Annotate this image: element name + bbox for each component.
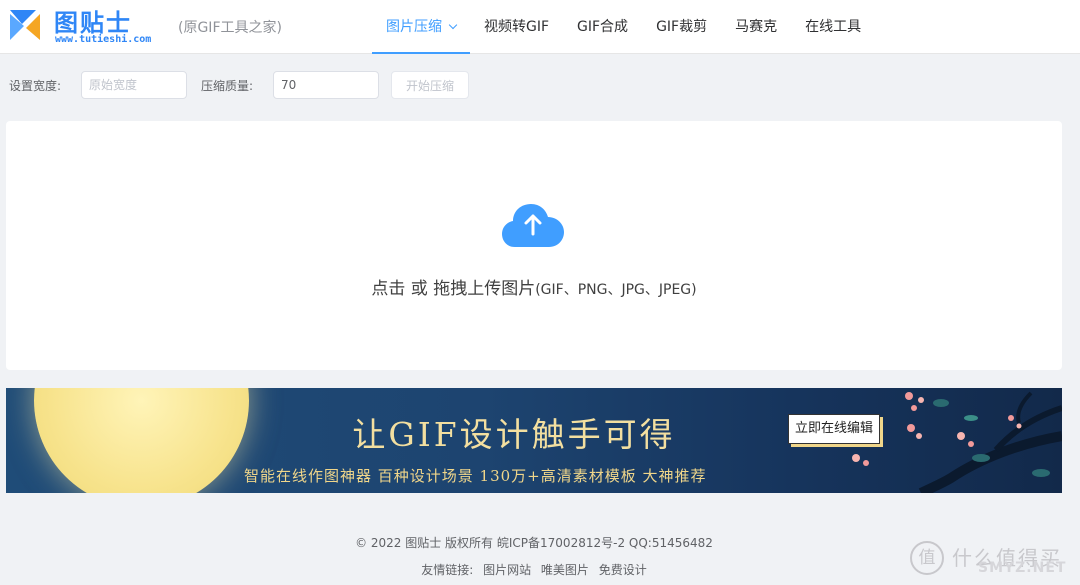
start-compress-button[interactable]: 开始压缩 <box>391 71 469 99</box>
main-nav: 图片压缩 视频转GIF GIF合成 GIF裁剪 马赛克 在线工具 <box>372 0 875 54</box>
quality-input[interactable] <box>273 71 379 99</box>
logo-icon[interactable] <box>8 6 42 42</box>
watermark-icon: 值 <box>910 541 944 575</box>
promo-banner[interactable]: 让GIF设计触手可得 智能在线作图神器 百种设计场景 130万+高清素材模板 大… <box>6 388 1062 493</box>
nav-item-mosaic[interactable]: 马赛克 <box>721 0 791 54</box>
nav-item-gif-compose[interactable]: GIF合成 <box>563 0 642 54</box>
nav-item-gif-crop[interactable]: GIF裁剪 <box>642 0 721 54</box>
chevron-down-icon <box>448 20 458 30</box>
quality-label: 压缩质量: <box>201 79 254 93</box>
top-header: 图贴士 www.tutieshi.com (原GIF工具之家) 图片压缩 视频转… <box>0 0 1080 54</box>
brand-name[interactable]: 图贴士 <box>54 3 132 38</box>
settings-toolbar: 设置宽度: 压缩质量: 开始压缩 <box>0 70 1080 100</box>
watermark: 值 什么值得买 SMYZ.NET <box>908 541 1078 581</box>
footer-link-free-design[interactable]: 免费设计 <box>599 563 647 577</box>
footer-link-image-site[interactable]: 图片网站 <box>483 563 531 577</box>
nav-item-online-tools[interactable]: 在线工具 <box>791 0 875 54</box>
banner-edit-button[interactable]: 立即在线编辑 <box>788 414 880 444</box>
nav-item-video-to-gif[interactable]: 视频转GIF <box>470 0 563 54</box>
width-input[interactable] <box>81 71 187 99</box>
brand-tagline: (原GIF工具之家) <box>178 20 282 36</box>
width-label: 设置宽度: <box>9 79 62 93</box>
upload-instructions: 点击 或 拖拽上传图片(GIF、PNG、JPG、JPEG) <box>6 274 1062 299</box>
nav-label: 图片压缩 <box>386 19 442 35</box>
banner-subtitle: 智能在线作图神器 百种设计场景 130万+高清素材模板 大神推荐 <box>244 467 707 485</box>
footer-link-beautiful-images[interactable]: 唯美图片 <box>541 563 589 577</box>
footer-links-label: 友情链接: <box>421 563 474 577</box>
upload-dropzone[interactable]: 点击 或 拖拽上传图片(GIF、PNG、JPG、JPEG) <box>6 121 1062 370</box>
watermark-sub: SMYZ.NET <box>978 560 1067 576</box>
brand-domain: www.tutieshi.com <box>55 34 152 45</box>
upload-text: 点击 或 拖拽上传图片 <box>371 279 536 299</box>
nav-item-image-compress[interactable]: 图片压缩 <box>372 0 470 54</box>
cloud-upload-icon <box>502 204 564 247</box>
upload-formats: (GIF、PNG、JPG、JPEG) <box>535 282 697 298</box>
